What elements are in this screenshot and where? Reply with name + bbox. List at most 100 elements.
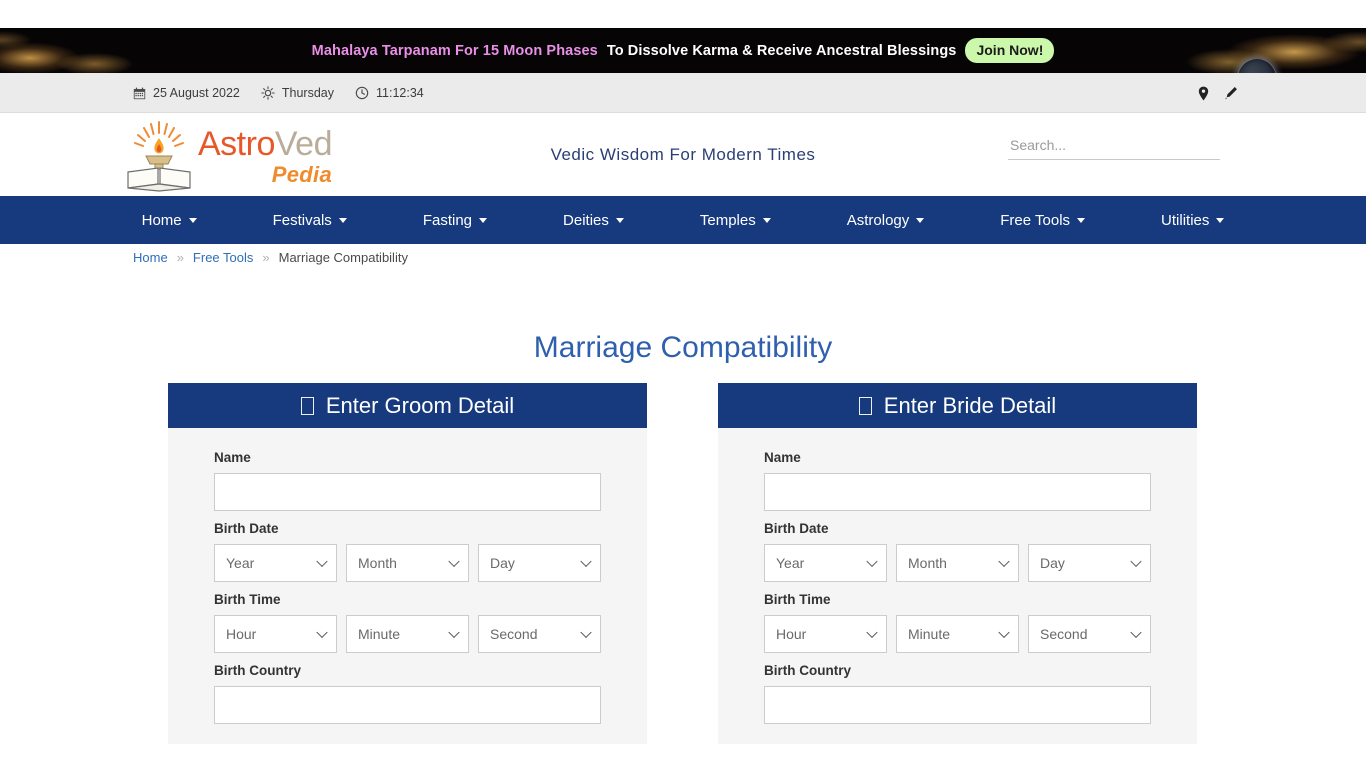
groom-birth-month-select[interactable]: Month: [346, 544, 469, 582]
join-now-button[interactable]: Join Now!: [965, 38, 1055, 63]
promo-highlight-text: Mahalaya Tarpanam For 15 Moon Phases: [311, 42, 598, 59]
bride-panel-body: Name Birth Date Year Month Day Birth Tim…: [718, 428, 1197, 744]
nav-item-utilities[interactable]: Utilities: [1123, 212, 1262, 229]
select-value: Hour: [776, 626, 807, 642]
info-bar-right: [1197, 73, 1238, 113]
select-value: Minute: [358, 626, 401, 642]
select-value: Month: [908, 555, 947, 571]
chevron-down-icon: [316, 626, 328, 639]
chevron-down-icon: [615, 217, 624, 223]
site-logo[interactable]: AstroVed Pedia: [124, 120, 332, 192]
nav-label: Fasting: [422, 211, 473, 229]
logo-text-pedia: Pedia: [271, 161, 332, 187]
sun-icon: [261, 86, 275, 100]
breadcrumb-current: Marriage Compatibility: [278, 250, 408, 265]
bride-birth-date-label: Birth Date: [764, 521, 829, 536]
groom-birth-day-select[interactable]: Day: [478, 544, 601, 582]
promo-main-text: To Dissolve Karma & Receive Ancestral Bl…: [606, 42, 957, 59]
search-input[interactable]: [1008, 130, 1220, 160]
bride-detail-panel: Enter Bride Detail Name Birth Date Year …: [718, 383, 1197, 744]
nav-label: Temples: [699, 211, 756, 229]
groom-birth-time-row: Hour Minute Second: [214, 615, 601, 653]
groom-detail-panel: Enter Groom Detail Name Birth Date Year …: [168, 383, 647, 744]
groom-birth-country-input[interactable]: [214, 686, 601, 724]
chevron-down-icon: [866, 626, 878, 639]
nav-label: Astrology: [846, 211, 910, 229]
select-value: Minute: [908, 626, 951, 642]
page-title: Marriage Compatibility: [533, 331, 833, 365]
chevron-down-icon: [866, 555, 878, 568]
bride-birth-month-select[interactable]: Month: [896, 544, 1019, 582]
bride-panel-title: Enter Bride Detail: [883, 392, 1057, 418]
chevron-down-icon: [998, 555, 1010, 568]
bride-birth-country-input[interactable]: [764, 686, 1151, 724]
info-bar: 25 August 2022 Thursday 11:12:34: [0, 73, 1366, 113]
location-pin-icon[interactable]: [1197, 86, 1210, 101]
chevron-down-icon: [916, 217, 925, 223]
nav-item-home[interactable]: Home: [104, 212, 235, 229]
groom-birth-country-label: Birth Country: [214, 663, 301, 678]
logo-text-astro: Astro: [198, 124, 275, 163]
groom-panel-header: Enter Groom Detail: [168, 383, 647, 428]
bride-birth-hour-select[interactable]: Hour: [764, 615, 887, 653]
main-navigation: Home Festivals Fasting Deities Temples A…: [0, 196, 1366, 244]
bride-birth-time-row: Hour Minute Second: [764, 615, 1151, 653]
logo-text-ved: Ved: [274, 124, 333, 163]
breadcrumb-separator: »: [176, 250, 184, 265]
select-value: Month: [358, 555, 397, 571]
chevron-down-icon: [448, 555, 460, 568]
nav-item-astrology[interactable]: Astrology: [809, 212, 963, 229]
bride-birth-minute-select[interactable]: Minute: [896, 615, 1019, 653]
chevron-down-icon: [338, 217, 347, 223]
select-value: Second: [490, 626, 538, 642]
groom-name-input[interactable]: [214, 473, 601, 511]
groom-birth-minute-select[interactable]: Minute: [346, 615, 469, 653]
bride-birth-time-label: Birth Time: [764, 592, 831, 607]
search-box[interactable]: [1008, 130, 1220, 160]
nav-label: Free Tools: [1000, 211, 1071, 229]
groom-panel-body: Name Birth Date Year Month Day Birth Tim…: [168, 428, 647, 744]
bride-birth-second-select[interactable]: Second: [1028, 615, 1151, 653]
oil-lamp-on-book-icon: [124, 120, 194, 192]
nav-item-festivals[interactable]: Festivals: [235, 212, 385, 229]
bride-birth-date-row: Year Month Day: [764, 544, 1151, 582]
nav-item-fasting[interactable]: Fasting: [385, 212, 525, 229]
breadcrumb-free-tools[interactable]: Free Tools: [193, 250, 253, 265]
groom-birth-year-select[interactable]: Year: [214, 544, 337, 582]
chevron-down-icon: [479, 217, 488, 223]
bride-birth-year-select[interactable]: Year: [764, 544, 887, 582]
breadcrumb-home[interactable]: Home: [133, 250, 168, 265]
nav-label: Home: [141, 211, 182, 229]
select-value: Year: [776, 555, 805, 571]
chevron-down-icon: [998, 626, 1010, 639]
chevron-down-icon: [448, 626, 460, 639]
promo-banner[interactable]: Mahalaya Tarpanam For 15 Moon Phases To …: [0, 28, 1366, 73]
bride-panel-header: Enter Bride Detail: [718, 383, 1197, 428]
chevron-down-icon: [762, 217, 771, 223]
chevron-down-icon: [1216, 217, 1225, 223]
chevron-down-icon: [1130, 555, 1142, 568]
bride-name-label: Name: [764, 450, 801, 465]
groom-birth-hour-select[interactable]: Hour: [214, 615, 337, 653]
chevron-down-icon: [1077, 217, 1086, 223]
nav-item-temples[interactable]: Temples: [662, 212, 809, 229]
pencil-edit-icon[interactable]: [1224, 86, 1238, 100]
chevron-down-icon: [580, 626, 592, 639]
nav-item-deities[interactable]: Deities: [525, 212, 662, 229]
chevron-down-icon: [1130, 626, 1142, 639]
current-time: 11:12:34: [376, 86, 424, 100]
bride-name-input[interactable]: [764, 473, 1151, 511]
chevron-down-icon: [580, 555, 592, 568]
bride-birth-country-label: Birth Country: [764, 663, 851, 678]
clock-icon: [355, 86, 369, 100]
groom-birth-time-label: Birth Time: [214, 592, 281, 607]
bride-birth-day-select[interactable]: Day: [1028, 544, 1151, 582]
groom-birth-date-label: Birth Date: [214, 521, 279, 536]
groom-birth-second-select[interactable]: Second: [478, 615, 601, 653]
groom-panel-title: Enter Groom Detail: [325, 392, 515, 418]
info-bar-left: 25 August 2022 Thursday 11:12:34: [133, 73, 424, 113]
select-value: Day: [1040, 555, 1065, 571]
chevron-down-icon: [316, 555, 328, 568]
nav-item-free-tools[interactable]: Free Tools: [962, 212, 1123, 229]
groom-birth-date-row: Year Month Day: [214, 544, 601, 582]
